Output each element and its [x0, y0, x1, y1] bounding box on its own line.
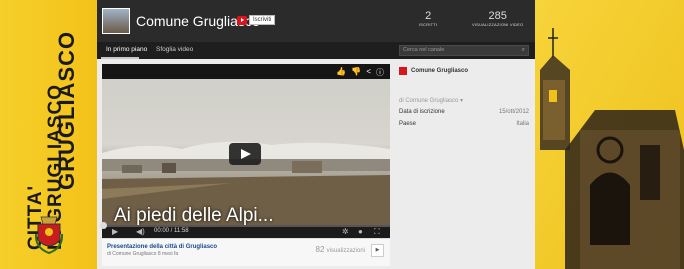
crest-icon: [35, 216, 63, 254]
subscribe-button[interactable]: Iscriviti: [249, 15, 276, 25]
channel-nav: In primo piano Sfoglia video Cerca nel c…: [97, 42, 535, 59]
video-subtitle: di Comune Grugliasco 8 mesi fa: [107, 251, 179, 257]
active-tab-indicator: [101, 57, 139, 59]
join-date-label: Data di iscrizione: [399, 109, 445, 115]
channel-icon: [399, 67, 407, 75]
side-by-text: di Comune Grugliasco: [399, 98, 459, 104]
views-total-count: 285: [488, 10, 507, 22]
video-views-label: visualizzazioni: [326, 248, 365, 254]
country-label: Paese: [399, 121, 417, 127]
more-button[interactable]: ▶: [371, 244, 384, 257]
dislike-icon[interactable]: 👎: [351, 67, 361, 78]
subscribers-count: 2: [425, 10, 432, 22]
subscribe-group[interactable]: Iscriviti: [237, 15, 276, 25]
side-row-join-date: Data di iscrizione 15/ott/2012: [399, 109, 529, 115]
video-frame[interactable]: Ai piedi delle Alpi...: [102, 79, 390, 225]
player-topbar: 👍 👎 < ⓘ: [102, 64, 390, 79]
subscribers-stat: 2 iscritti: [419, 10, 438, 28]
video-title[interactable]: Presentazione della città di Grugliasco: [107, 244, 217, 250]
quality-icon[interactable]: ●: [358, 227, 363, 236]
channel-page: Comune Grugliasco Iscriviti 2 iscritti 2…: [97, 0, 535, 269]
volume-icon[interactable]: ◀): [136, 227, 145, 236]
left-banner: CITTA' DI GRUGLIASCO GRUGLIASCO: [0, 0, 97, 269]
search-input[interactable]: Cerca nel canale: [403, 47, 444, 53]
tab-in-primo-piano[interactable]: In primo piano: [106, 46, 147, 53]
tab-sfoglia-video[interactable]: Sfoglia video: [156, 46, 193, 53]
views-stat: 285 visualizzazioni video: [472, 10, 524, 28]
time-display: 00:00 / 11:58: [154, 228, 189, 234]
church-icon: [540, 28, 684, 269]
side-panel: Comune Grugliasco di Comune Grugliasco ▾…: [399, 64, 529, 264]
city-name-vertical: GRUGLIASCO: [54, 30, 79, 190]
side-by-label[interactable]: di Comune Grugliasco ▾: [399, 97, 463, 104]
views-total-label: visualizzazioni video: [472, 22, 524, 27]
info-icon[interactable]: ⓘ: [376, 67, 384, 78]
church-illustration: [535, 0, 684, 269]
search-icon[interactable]: ⌕: [522, 47, 525, 54]
play-button[interactable]: [229, 143, 261, 165]
play-control-icon[interactable]: ▶: [112, 227, 118, 236]
fullscreen-icon[interactable]: ⛶: [374, 227, 380, 237]
side-row-country: Paese Italia: [399, 121, 529, 127]
share-icon[interactable]: <: [366, 67, 371, 78]
settings-icon[interactable]: ✲: [342, 227, 349, 236]
channel-header: Comune Grugliasco Iscriviti 2 iscritti 2…: [97, 0, 535, 42]
channel-search[interactable]: Cerca nel canale ⌕: [399, 45, 529, 56]
side-channel[interactable]: Comune Grugliasco: [399, 67, 468, 75]
chevron-down-icon[interactable]: ▾: [460, 98, 463, 104]
join-date-value: 15/ott/2012: [498, 109, 529, 115]
progress-handle[interactable]: [100, 222, 107, 229]
subscribers-label: iscritti: [419, 22, 438, 27]
like-icon[interactable]: 👍: [336, 67, 346, 78]
video-views-count: 82: [315, 245, 325, 254]
youtube-logo-icon: [237, 15, 247, 25]
video-caption: Ai piedi delle Alpi...: [114, 205, 274, 225]
progress-bar[interactable]: [100, 222, 390, 229]
video-player[interactable]: 👍 👎 < ⓘ Ai piedi delle Alpi... ▶ ◀) 00:0…: [100, 64, 390, 238]
side-channel-name[interactable]: Comune Grugliasco: [411, 68, 468, 74]
channel-avatar[interactable]: [102, 8, 130, 34]
video-views: 82 visualizzazioni: [316, 245, 366, 254]
country-value: Italia: [516, 121, 529, 127]
video-info: Presentazione della città di Grugliasco …: [102, 238, 390, 266]
